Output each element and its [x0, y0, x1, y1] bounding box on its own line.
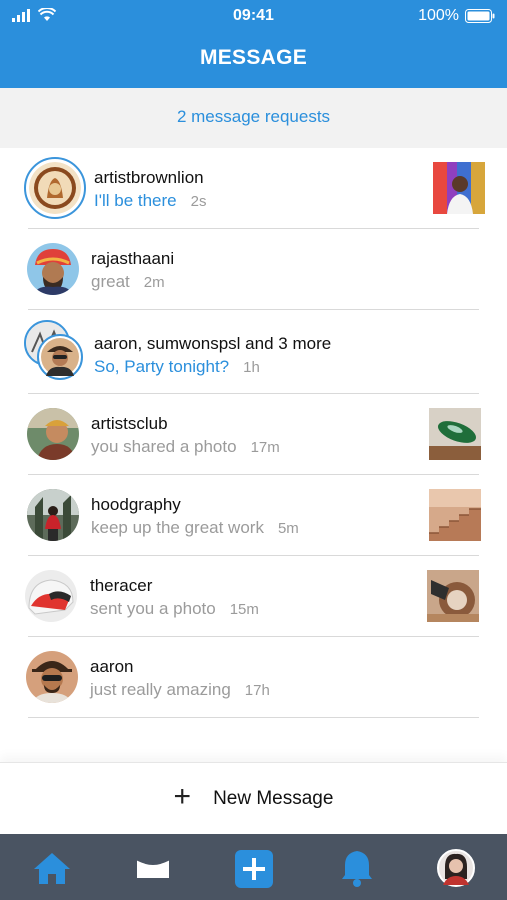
bell-icon[interactable] [337, 848, 377, 888]
preview-text: I'll be there [94, 191, 177, 210]
conversation-name: artistbrownlion [94, 168, 204, 187]
conversation-time: 2s [190, 193, 207, 210]
header: 09:41 100% MESSAGE [0, 0, 507, 88]
home-icon[interactable] [32, 848, 72, 888]
preview-text: sent you a photo [90, 599, 216, 618]
conversation-preview: I'll be there 2s [94, 191, 206, 211]
new-message-label: New Message [213, 787, 334, 809]
helmet-thumbnail[interactable] [427, 570, 479, 622]
profile-avatar[interactable] [436, 848, 476, 888]
conversation-row[interactable]: hoodgraphy keep up the great work 5m [0, 475, 507, 556]
conversation-name: theracer [90, 576, 153, 595]
conversation-preview: you shared a photo 17m [91, 437, 280, 457]
conversation-name: artistsclub [91, 414, 168, 433]
conversation-time: 5m [277, 520, 299, 537]
tab-bar [0, 834, 507, 900]
green-car-thumbnail[interactable] [429, 408, 481, 460]
conversation-row[interactable]: aaron, sumwonspsl and 3 more So, Party t… [0, 310, 507, 394]
turban-man-avatar[interactable] [27, 243, 79, 295]
row-divider [28, 717, 479, 718]
conversation-time: 1h [243, 359, 260, 376]
conversation-preview: keep up the great work 5m [91, 518, 299, 538]
conversation-preview: sent you a photo 15m [90, 599, 259, 619]
conversation-time: 17h [244, 682, 270, 699]
helmet-avatar[interactable] [25, 570, 77, 622]
stairs-thumbnail[interactable] [429, 489, 481, 541]
plus-icon: + [173, 780, 192, 813]
status-bar: 09:41 100% [0, 0, 507, 34]
conversation-preview: great 2m [91, 272, 165, 292]
message-requests-link[interactable]: 2 message requests [0, 88, 507, 148]
preview-text: great [91, 272, 130, 291]
colorful-portrait-thumbnail[interactable] [433, 162, 485, 214]
page-title: MESSAGE [199, 46, 308, 69]
conversation-row[interactable]: artistsclub you shared a photo 17m [0, 394, 507, 475]
conversation-time: 2m [143, 274, 165, 291]
battery-icon [465, 9, 495, 23]
conversation-list: artistbrownlion I'll be there 2s rajasth… [0, 148, 507, 718]
conversation-row[interactable]: artistbrownlion I'll be there 2s [0, 148, 507, 229]
conversation-preview: So, Party tonight? 1h [94, 357, 260, 377]
add-icon[interactable] [234, 849, 274, 889]
new-message-button[interactable]: + New Message [0, 762, 507, 834]
conversation-time: 17m [250, 439, 280, 456]
artist-avatar[interactable] [27, 408, 79, 460]
battery-text: 100% [418, 7, 459, 24]
conversation-preview: just really amazing 17h [90, 680, 270, 700]
preview-text: just really amazing [90, 680, 231, 699]
preview-text: So, Party tonight? [94, 357, 230, 376]
conversation-name: rajasthaani [91, 249, 175, 268]
lion-avatar[interactable] [24, 157, 86, 219]
conversation-row[interactable]: theracer sent you a photo 15m [0, 556, 507, 637]
group-avatar[interactable] [24, 320, 86, 382]
conversation-time: 15m [229, 601, 259, 618]
conversation-name: hoodgraphy [91, 495, 181, 514]
conversation-row[interactable]: rajasthaani great 2m [0, 229, 507, 310]
conversation-name: aaron, sumwonspsl and 3 more [94, 334, 332, 353]
battery-indicator: 100% [418, 7, 495, 25]
sunglasses-man-avatar[interactable] [26, 651, 78, 703]
preview-text: you shared a photo [91, 437, 237, 456]
inbox-icon[interactable] [133, 848, 173, 888]
conversation-row[interactable]: aaron just really amazing 17h [0, 637, 507, 718]
preview-text: keep up the great work [91, 518, 264, 537]
red-hood-avatar[interactable] [27, 489, 79, 541]
conversation-name: aaron [90, 657, 134, 676]
